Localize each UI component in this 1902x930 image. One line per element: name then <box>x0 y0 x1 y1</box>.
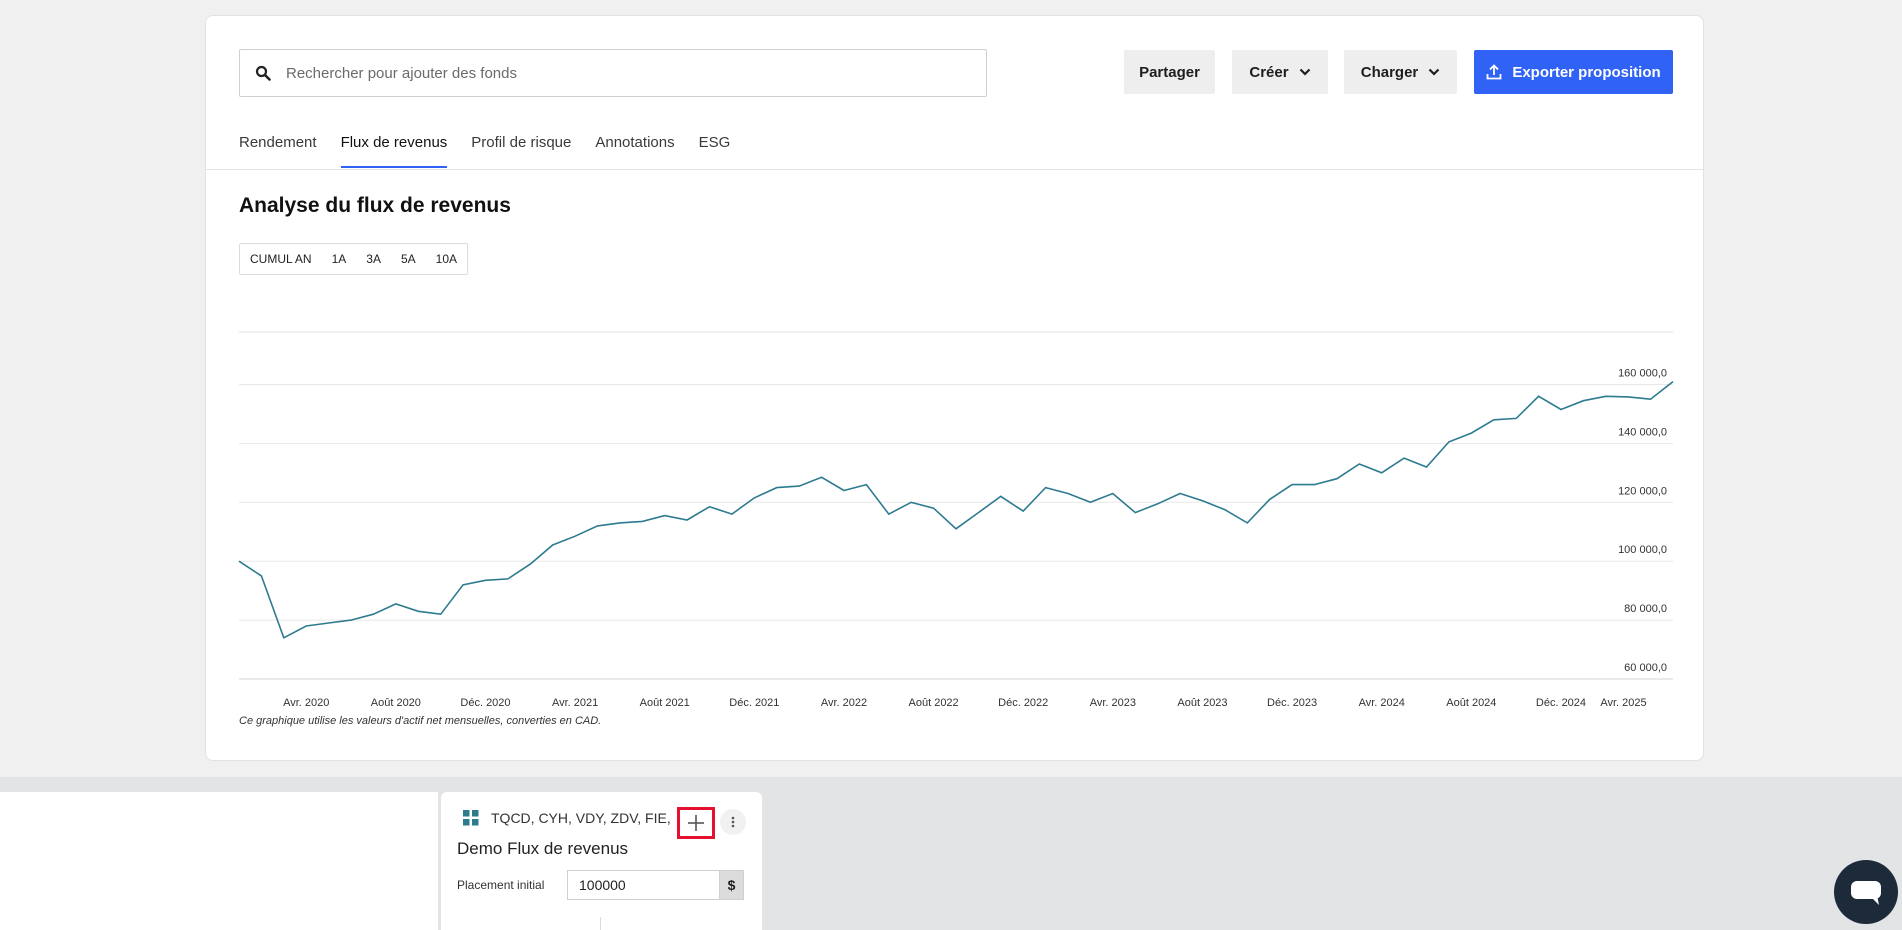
y-tick-label: 80 000,0 <box>1624 603 1667 615</box>
share-button-label: Partager <box>1139 63 1200 81</box>
load-button[interactable]: Charger <box>1344 50 1457 94</box>
initial-investment-input[interactable] <box>567 870 719 900</box>
range-10y-button[interactable]: 10A <box>426 244 467 274</box>
tab-flux-de-revenus[interactable]: Flux de revenus <box>340 134 448 168</box>
chevron-down-icon <box>1428 68 1440 76</box>
grid-icon <box>463 810 479 826</box>
tab-bar: Rendement Flux de revenus Profil de risq… <box>239 134 754 168</box>
load-button-label: Charger <box>1360 63 1419 81</box>
x-tick-label: Août 2021 <box>640 697 690 709</box>
add-fund-button[interactable] <box>677 807 715 839</box>
x-tick-label: Déc. 2023 <box>1267 697 1317 709</box>
y-tick-label: 100 000,0 <box>1618 544 1667 556</box>
upload-icon <box>1486 64 1502 80</box>
tab-divider <box>206 169 1703 170</box>
initial-investment-label: Placement initial <box>457 878 545 892</box>
currency-badge: $ <box>719 870 744 900</box>
series-line <box>238 380 1674 639</box>
chat-button[interactable] <box>1834 860 1898 924</box>
portfolio-name: Demo Flux de revenus <box>457 839 629 858</box>
range-3y-button[interactable]: 3A <box>356 244 391 274</box>
create-button[interactable]: Créer <box>1232 50 1328 94</box>
export-button-label: Exporter proposition <box>1512 63 1661 81</box>
x-tick-label: Avr. 2024 <box>1359 697 1405 709</box>
x-tick-label: Avr. 2025 <box>1600 697 1646 709</box>
y-tick-label: 140 000,0 <box>1618 426 1667 438</box>
range-5y-button[interactable]: 5A <box>391 244 426 274</box>
x-tick-label: Avr. 2021 <box>552 697 598 709</box>
x-tick-label: Août 2020 <box>371 697 421 709</box>
y-tick-label: 60 000,0 <box>1624 662 1667 674</box>
create-button-label: Créer <box>1249 63 1289 81</box>
chart-note: Ce graphique utilise les valeurs d'actif… <box>239 715 602 727</box>
income-flow-chart: 60 000,0 80 000,0 100 000,0 120 000,0 140 00… <box>238 331 1674 709</box>
chevron-down-icon <box>1299 68 1311 76</box>
x-tick-label: Août 2022 <box>909 697 959 709</box>
search-icon <box>255 65 271 81</box>
tab-profil-de-risque[interactable]: Profil de risque <box>471 134 571 168</box>
x-tick-label: Avr. 2020 <box>283 697 329 709</box>
x-tick-label: Août 2023 <box>1177 697 1227 709</box>
analysis-card: Partager Créer Charger Exporter proposit… <box>205 15 1704 761</box>
time-range-selector: CUMUL AN 1A 3A 5A 10A <box>239 243 468 275</box>
range-ytd-button[interactable]: CUMUL AN <box>240 244 322 274</box>
share-button[interactable]: Partager <box>1124 50 1215 94</box>
export-proposal-button[interactable]: Exporter proposition <box>1474 50 1673 94</box>
tab-annotations[interactable]: Annotations <box>595 134 674 168</box>
x-tick-label: Déc. 2022 <box>998 697 1048 709</box>
portfolio-card: TQCD, CYH, VDY, ZDV, FIE, Demo Flux de r… <box>441 792 762 930</box>
left-panel <box>0 792 438 930</box>
plus-icon <box>687 814 705 832</box>
x-tick-label: Avr. 2022 <box>821 697 867 709</box>
tab-rendement[interactable]: Rendement <box>239 134 317 168</box>
section-title: Analyse du flux de revenus <box>239 194 511 217</box>
range-1y-button[interactable]: 1A <box>322 244 357 274</box>
x-tick-label: Déc. 2021 <box>729 697 779 709</box>
x-tick-label: Déc. 2024 <box>1536 697 1586 709</box>
tab-esg[interactable]: ESG <box>699 134 731 168</box>
fund-search-box[interactable] <box>239 49 987 97</box>
y-tick-label: 160 000,0 <box>1618 368 1667 380</box>
more-options-button[interactable] <box>720 809 746 835</box>
chat-icon <box>1849 877 1883 907</box>
kebab-icon <box>731 816 735 828</box>
panel-divider <box>600 917 601 930</box>
x-tick-label: Déc. 2020 <box>460 697 510 709</box>
x-tick-label: Août 2024 <box>1446 697 1496 709</box>
portfolio-tickers: TQCD, CYH, VDY, ZDV, FIE, <box>491 810 671 826</box>
fund-search-input[interactable] <box>284 63 986 83</box>
x-tick-label: Avr. 2023 <box>1090 697 1136 709</box>
y-tick-label: 120 000,0 <box>1618 485 1667 497</box>
